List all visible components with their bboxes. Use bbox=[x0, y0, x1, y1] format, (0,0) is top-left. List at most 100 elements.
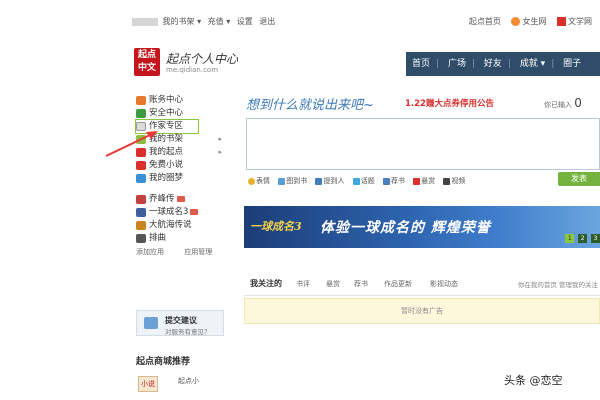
app-label: 乔峰传 bbox=[149, 194, 175, 204]
book-cover-image: 小说 bbox=[138, 376, 158, 392]
shield-icon bbox=[136, 109, 146, 118]
post-textarea[interactable] bbox=[246, 118, 600, 170]
tab-media[interactable]: 影视动态 bbox=[430, 279, 458, 289]
image-icon bbox=[278, 177, 286, 185]
ad-placeholder: 暂时没有广告 bbox=[244, 298, 600, 324]
tool-mention[interactable]: 提到人 bbox=[315, 177, 344, 185]
banner-page-3[interactable]: 3 bbox=[591, 234, 600, 243]
banner-pager: 1 2 3 bbox=[564, 233, 600, 243]
mall-recommend-item[interactable]: 小说 起点小 bbox=[138, 372, 208, 392]
site-title: 起点个人中心 bbox=[166, 52, 239, 66]
suggest-title: 提交建议 bbox=[165, 316, 197, 325]
girls-site-icon bbox=[511, 17, 521, 26]
mall-recommend-title: 起点商城推荐 bbox=[136, 357, 191, 367]
tool-topic[interactable]: 话题 bbox=[352, 177, 375, 185]
manage-app-link[interactable]: 应用管理 bbox=[184, 248, 212, 256]
nav-achievements[interactable]: 成就 ▾ bbox=[514, 52, 551, 76]
composer-toolbar: 表情 图到书 提到人 话题 荐书 悬赏 视频 bbox=[248, 176, 471, 186]
top-links-right: 起点首页 女生网 文学网 bbox=[461, 16, 592, 27]
word-count-value: 0 bbox=[574, 96, 582, 110]
nav-divider: | bbox=[507, 59, 511, 69]
nav-friends[interactable]: 好友 bbox=[478, 52, 508, 76]
settings-link[interactable]: 设置 bbox=[237, 17, 253, 26]
sidebar-item-label: 安全中心 bbox=[149, 108, 184, 118]
suggest-button[interactable]: 提交建议 对服务有意见？ bbox=[136, 310, 224, 336]
tab-updates[interactable]: 作品更新 bbox=[384, 279, 412, 289]
dream-icon bbox=[136, 174, 146, 183]
tool-video[interactable]: 视频 bbox=[443, 177, 465, 185]
banner-page-2[interactable]: 2 bbox=[578, 234, 588, 243]
chevron-right-icon: ▸ bbox=[218, 148, 222, 156]
app-item-qiaofeng[interactable]: 乔峰传 bbox=[136, 193, 228, 206]
nav-home[interactable]: 首页 bbox=[406, 52, 436, 76]
chevron-right-icon: ▸ bbox=[218, 135, 222, 143]
publish-button[interactable]: 发表 bbox=[558, 172, 600, 186]
topic-icon bbox=[352, 177, 360, 185]
word-count-label: 你已输入 bbox=[544, 101, 572, 109]
sidebar-item-label: 我的圈梦 bbox=[149, 173, 184, 183]
tool-image[interactable]: 图到书 bbox=[278, 177, 307, 185]
announcement-link[interactable]: 1.22赚大点券停用公告 bbox=[405, 97, 494, 109]
banner-slogan: 体验一球成名的 辉煌荣誉 bbox=[320, 220, 491, 236]
sidebar-item-account-center[interactable]: 账务中心 bbox=[136, 94, 228, 107]
literature-site-icon bbox=[557, 17, 566, 26]
app-links: 添加应用 应用管理 bbox=[136, 247, 228, 257]
sidebar: 账务中心 安全中心 作家专区 我的书架 ▸ 我的起点 ▸ 免费小说 我的圈梦 乔峰传… bbox=[135, 94, 228, 257]
tab-following[interactable]: 我关注的 bbox=[250, 278, 282, 289]
account-icon bbox=[136, 96, 146, 105]
game-banner[interactable]: 一球成名3 体验一球成名的 辉煌荣誉 1 2 3 bbox=[244, 206, 600, 248]
site-url: me.qidian.com bbox=[166, 66, 219, 74]
tool-recommend-book[interactable]: 荐书 bbox=[382, 177, 405, 185]
composer-slogan: 想到什么就说出来吧~ bbox=[246, 98, 374, 113]
app-icon bbox=[136, 208, 146, 217]
video-icon bbox=[443, 177, 451, 185]
tab-reviews[interactable]: 书评 bbox=[296, 279, 310, 289]
logout-link[interactable]: 退出 bbox=[259, 17, 275, 26]
site-header: 起点中文 起点个人中心 me.qidian.com 首页 | 广场 | 好友 | 成就… bbox=[126, 44, 600, 82]
tab-bounty[interactable]: 悬赏 bbox=[326, 279, 340, 289]
nav-circles[interactable]: 圈子 bbox=[557, 52, 587, 76]
sidebar-item-security-center[interactable]: 安全中心 bbox=[136, 107, 228, 120]
emoji-icon bbox=[248, 177, 255, 185]
nav-divider: | bbox=[436, 59, 440, 69]
qidian-logo[interactable]: 起点中文 bbox=[134, 48, 160, 76]
tool-emoji[interactable]: 表情 bbox=[248, 177, 270, 185]
username-blurred bbox=[132, 17, 158, 26]
app-item-song[interactable]: 排曲 bbox=[136, 232, 228, 245]
my-bookshelf-menu[interactable]: 我的书架 ▾ bbox=[163, 17, 202, 26]
tool-bounty[interactable]: 悬赏 bbox=[413, 177, 435, 185]
banner-page-1[interactable]: 1 bbox=[565, 234, 575, 243]
tab-recommend[interactable]: 荐书 bbox=[354, 279, 368, 289]
girls-site-link[interactable]: 女生网 bbox=[511, 17, 546, 26]
suggest-subtitle: 对服务有意见？ bbox=[165, 328, 211, 336]
app-label: 排曲 bbox=[149, 233, 167, 243]
word-count: 你已输入 0 bbox=[544, 96, 582, 110]
nav-square[interactable]: 广场 bbox=[442, 52, 472, 76]
app-icon bbox=[136, 234, 146, 243]
app-icon bbox=[136, 195, 146, 204]
sidebar-item-free-novels[interactable]: 免费小说 bbox=[136, 159, 228, 172]
person-icon bbox=[315, 177, 323, 185]
book-icon bbox=[382, 177, 390, 185]
new-badge bbox=[176, 195, 185, 202]
red-pointer-arrow bbox=[105, 131, 158, 157]
app-item-great-voyage[interactable]: 大航海传说 bbox=[136, 219, 228, 232]
app-label: 一球成名3 bbox=[149, 207, 189, 217]
nav-divider: | bbox=[471, 59, 475, 69]
qidian-home-link[interactable]: 起点首页 bbox=[469, 17, 501, 26]
feed-tabs: 我关注的 书评 悬赏 荐书 作品更新 影视动态 你在我的首页 管理我的关注 bbox=[244, 270, 600, 296]
app-icon bbox=[136, 221, 146, 230]
literature-site-link[interactable]: 文学网 bbox=[557, 17, 592, 26]
nav-divider: | bbox=[551, 59, 555, 69]
banner-game-logo: 一球成名3 bbox=[250, 220, 302, 233]
app-label: 大航海传说 bbox=[149, 220, 192, 230]
tab-manage-links[interactable]: 你在我的首页 管理我的关注 bbox=[518, 279, 598, 289]
add-app-link[interactable]: 添加应用 bbox=[136, 248, 164, 256]
sidebar-item-my-dream[interactable]: 我的圈梦 bbox=[136, 172, 228, 185]
recharge-menu[interactable]: 充值 ▾ bbox=[208, 17, 231, 26]
app-item-football-fame[interactable]: 一球成名3 bbox=[136, 206, 228, 219]
top-links-left: 我的书架 ▾ 充值 ▾ 设置 退出 bbox=[132, 16, 279, 27]
mall-item-text: 起点小 bbox=[178, 377, 199, 385]
top-bar: 我的书架 ▾ 充值 ▾ 设置 退出 起点首页 女生网 文学网 bbox=[0, 0, 600, 40]
